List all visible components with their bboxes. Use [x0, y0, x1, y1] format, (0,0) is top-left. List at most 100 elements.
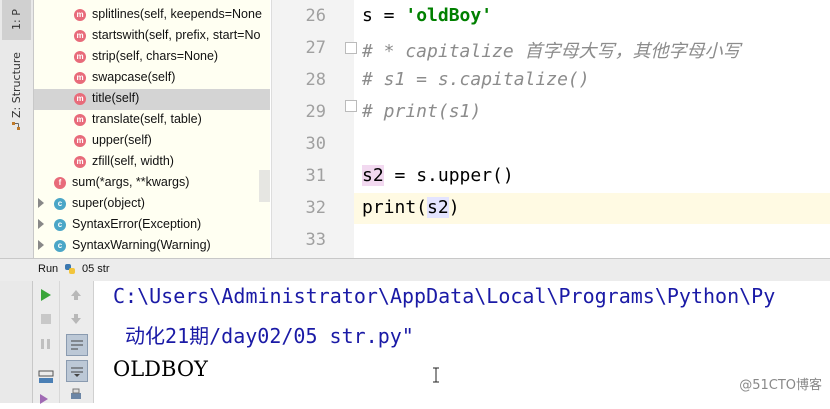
console-output: OLDBOY — [113, 357, 208, 381]
print-button[interactable] — [66, 385, 86, 405]
left-tool-strip: 1: P Z: Structure — [0, 0, 34, 258]
method-icon: m — [74, 114, 86, 126]
scroll-up-button[interactable] — [66, 285, 86, 305]
rerun-button[interactable] — [36, 285, 56, 305]
run-tab[interactable]: 05 str — [82, 263, 110, 275]
code-line-28: # s1 = s.capitalize() — [362, 69, 590, 90]
variable-highlight: s2 — [427, 197, 449, 218]
structure-item-label: swapcase(self) — [92, 70, 176, 84]
method-icon: m — [74, 72, 86, 84]
line-number-gutter: 26 27 28 29 30 31 32 33 — [271, 0, 357, 258]
structure-item[interactable]: m translate(self, table) — [34, 110, 270, 131]
run-toolbar-primary — [33, 281, 60, 404]
structure-item[interactable]: m zfill(self, width) — [34, 152, 270, 173]
line-number: 33 — [305, 230, 326, 250]
method-icon: m — [74, 135, 86, 147]
structure-scrollbar[interactable] — [259, 170, 270, 202]
code-line-31: s2 = s.upper() — [362, 165, 514, 186]
structure-item[interactable]: c SyntaxWarning(Warning) — [34, 236, 270, 257]
pause-icon — [41, 339, 50, 349]
run-tool-bar: Run 05 str — [0, 258, 830, 282]
structure-panel: m splitlines(self, keepends=None m start… — [34, 0, 270, 258]
expand-arrow-icon[interactable] — [38, 219, 44, 229]
code-token: = s.upper() — [383, 165, 514, 186]
scroll-to-end-button[interactable] — [66, 360, 88, 382]
structure-item-label: splitlines(self, keepends=None — [92, 7, 262, 21]
run-console[interactable]: C:\Users\Administrator\AppData\Local\Pro… — [94, 281, 830, 403]
text-cursor-icon — [433, 367, 439, 383]
run-label: Run — [38, 263, 59, 275]
expand-arrow-icon[interactable] — [38, 240, 44, 250]
line-number: 29 — [305, 102, 326, 122]
stop-icon — [41, 314, 51, 324]
structure-item[interactable]: f sum(*args, **kwargs) — [34, 173, 270, 194]
arrow-up-icon — [71, 290, 81, 300]
structure-item-label: title(self) — [92, 91, 140, 105]
method-icon: m — [74, 51, 86, 63]
left-tool-strip-lower — [0, 281, 33, 403]
line-number: 28 — [305, 70, 326, 90]
code-line-32: print(s2) — [362, 197, 460, 218]
project-tool-tab[interactable]: 1: P — [2, 0, 31, 40]
structure-item[interactable]: c SyntaxError(Exception) — [34, 215, 270, 236]
debug-button[interactable] — [36, 389, 56, 409]
soft-wrap-button[interactable] — [66, 334, 88, 356]
structure-item[interactable]: m startswith(self, prefix, start=No — [34, 26, 270, 47]
structure-item[interactable]: m upper(self) — [34, 131, 270, 152]
stop-button[interactable] — [36, 309, 56, 329]
structure-tool-tab[interactable]: Z: Structure — [2, 48, 31, 138]
structure-item-label: strip(self, chars=None) — [92, 49, 219, 63]
layout-icon — [38, 370, 54, 383]
structure-item-selected[interactable]: m title(self) — [34, 89, 270, 110]
structure-item[interactable]: c super(object) — [34, 194, 270, 215]
project-tab-label: 1: P — [10, 9, 23, 31]
line-number: 32 — [305, 198, 326, 218]
console-command-line-continued: 动化21期/day02/05 str.py" — [113, 324, 414, 348]
method-icon: m — [74, 156, 86, 168]
function-icon: f — [54, 177, 66, 189]
pause-button[interactable] — [36, 334, 56, 354]
structure-item[interactable]: m splitlines(self, keepends=None — [34, 5, 270, 26]
structure-item[interactable]: m strip(self, chars=None) — [34, 47, 270, 68]
class-icon: c — [54, 198, 66, 210]
structure-item-label: upper(self) — [92, 133, 152, 147]
layout-button[interactable] — [36, 367, 56, 387]
structure-item-label: sum(*args, **kwargs) — [72, 175, 190, 189]
structure-tab-label: Z: Structure — [10, 52, 23, 118]
line-number: 26 — [305, 6, 326, 26]
line-number: 31 — [305, 166, 326, 186]
code-line-27: # * capitalize 首字母大写，其他字母小写 — [362, 41, 741, 62]
arrow-down-icon — [71, 314, 81, 324]
structure-icon — [12, 121, 21, 130]
variable-highlight: s2 — [362, 165, 384, 186]
code-editor[interactable]: s = 'oldBoy' # * capitalize 首字母大写，其他字母小写… — [354, 0, 830, 258]
code-token: s = — [362, 5, 406, 26]
code-token: print( — [362, 197, 428, 218]
watermark: @51CTO博客 — [739, 378, 822, 393]
scroll-end-icon — [71, 367, 83, 377]
scroll-down-button[interactable] — [66, 309, 86, 329]
method-icon: m — [74, 93, 86, 105]
play-icon — [41, 289, 51, 301]
method-icon: m — [74, 9, 86, 21]
line-number: 30 — [305, 134, 326, 154]
structure-item-label: startswith(self, prefix, start=No — [92, 28, 261, 42]
structure-item-label: translate(self, table) — [92, 112, 202, 126]
run-toolbar-secondary — [60, 281, 94, 403]
string-literal: 'oldBoy' — [405, 5, 493, 26]
expand-arrow-icon[interactable] — [38, 198, 44, 208]
console-command-line: C:\Users\Administrator\AppData\Local\Pro… — [113, 284, 776, 308]
python-icon — [65, 264, 75, 274]
print-icon — [71, 388, 81, 399]
line-number: 27 — [305, 38, 326, 58]
soft-wrap-icon — [71, 340, 83, 350]
code-line-26: s = 'oldBoy' — [362, 5, 492, 26]
structure-item[interactable]: m swapcase(self) — [34, 68, 270, 89]
code-token: ) — [448, 197, 460, 218]
method-icon: m — [74, 30, 86, 42]
structure-item-label: SyntaxError(Exception) — [72, 217, 202, 231]
structure-item-label: super(object) — [72, 196, 145, 210]
bug-icon — [40, 394, 48, 404]
class-icon: c — [54, 240, 66, 252]
class-icon: c — [54, 219, 66, 231]
